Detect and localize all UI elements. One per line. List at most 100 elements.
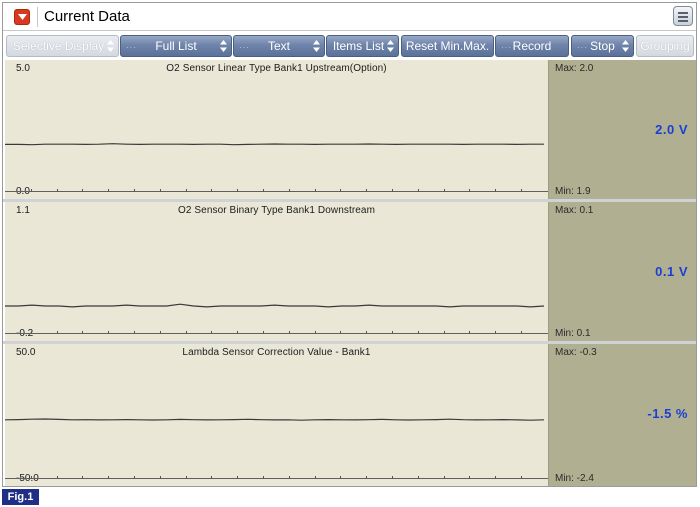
axis-tick xyxy=(392,476,393,479)
axis-tick xyxy=(366,189,368,192)
axis-tick xyxy=(237,189,239,192)
toolbar: Selective Display ··· Full List ··· Text… xyxy=(3,32,696,59)
axis-tick xyxy=(56,331,58,334)
axis-tick xyxy=(185,189,187,192)
figure-label: Fig.1 xyxy=(2,489,39,505)
window-title: Current Data xyxy=(44,8,130,25)
axis-tick xyxy=(159,331,161,334)
graph-panel-1: O2 Sensor Linear Type Bank1 Upstream(Opt… xyxy=(5,60,548,199)
axis-tick xyxy=(185,476,187,479)
axis-tick xyxy=(495,476,497,479)
axis-tick xyxy=(521,331,522,334)
axis-tick xyxy=(443,476,445,479)
panel-3-scale-max: 50.0 xyxy=(16,347,36,358)
list-icon xyxy=(678,12,688,14)
axis-tick xyxy=(314,476,316,479)
graph-panel-3: Lambda Sensor Correction Value - Bank1 5… xyxy=(5,344,548,486)
axis-tick xyxy=(443,189,445,192)
panel-1-max: Max: 2.0 xyxy=(555,63,594,74)
axis-tick xyxy=(56,189,58,192)
panel-2-max: Max: 0.1 xyxy=(555,205,594,216)
panel-1-title: O2 Sensor Linear Type Bank1 Upstream(Opt… xyxy=(166,63,387,74)
axis-tick xyxy=(521,189,522,192)
axis-tick xyxy=(288,331,290,334)
reset-min-max-button[interactable]: Reset Min.Max. xyxy=(401,35,494,57)
axis-tick xyxy=(314,331,316,334)
axis-tick xyxy=(134,189,135,192)
trace-line-3 xyxy=(5,418,545,421)
axis-tick xyxy=(495,331,497,334)
axis-tick xyxy=(263,189,264,192)
axis-tick xyxy=(30,189,32,192)
axis-tick xyxy=(82,331,84,334)
axis-tick xyxy=(30,476,32,479)
axis-tick xyxy=(237,476,239,479)
axis-tick xyxy=(288,476,290,479)
panel-3-min: Min: -2.4 xyxy=(555,473,594,484)
axis-tick xyxy=(263,331,264,334)
axis-tick xyxy=(340,476,342,479)
grouping-button[interactable]: Grouping xyxy=(636,35,694,57)
axis-tick xyxy=(340,331,342,334)
axis-tick xyxy=(392,189,393,192)
axis-tick xyxy=(30,331,32,334)
panel-2-title: O2 Sensor Binary Type Bank1 Downstream xyxy=(177,205,376,216)
up-down-arrows-icon xyxy=(107,40,114,52)
axis-tick xyxy=(288,189,290,192)
trace-plot-3 xyxy=(5,418,545,421)
trace-plot-1 xyxy=(5,143,544,146)
trace-plot-2 xyxy=(5,303,545,308)
axis-tick xyxy=(417,476,419,479)
panel-1-time-axis xyxy=(5,191,548,192)
axis-tick xyxy=(340,189,342,192)
axis-tick xyxy=(82,476,84,479)
panel-2-scale-max: 1.1 xyxy=(16,205,30,216)
axis-tick xyxy=(417,331,419,334)
axis-tick xyxy=(108,189,110,192)
record-button[interactable]: ··· Record xyxy=(495,35,569,57)
panel-3-readout: Max: -0.3 -1.5 % Min: -2.4 xyxy=(548,344,696,486)
axis-tick xyxy=(443,331,445,334)
current-data-window: Current Data Selective Display ··· Full … xyxy=(2,2,697,487)
title-separator xyxy=(37,7,38,27)
axis-tick xyxy=(417,189,419,192)
text-button[interactable]: ··· Text xyxy=(233,35,325,57)
title-bar: Current Data xyxy=(3,3,696,31)
axis-tick xyxy=(237,331,239,334)
list-menu-button[interactable] xyxy=(673,6,693,26)
trace-line-1 xyxy=(5,143,544,146)
trace-line-2 xyxy=(5,303,545,308)
chevron-down-icon xyxy=(18,14,27,20)
axis-tick xyxy=(108,331,110,334)
full-list-button[interactable]: ··· Full List xyxy=(120,35,232,57)
selective-display-button[interactable]: Selective Display xyxy=(6,35,119,57)
axis-tick xyxy=(469,331,471,334)
panel-1-min: Min: 1.9 xyxy=(555,186,591,197)
panel-3-title: Lambda Sensor Correction Value - Bank1 xyxy=(182,347,371,358)
window-menu-button[interactable] xyxy=(14,9,30,25)
up-down-arrows-icon xyxy=(220,40,227,52)
graph-panel-2: O2 Sensor Binary Type Bank1 Downstream 1… xyxy=(5,202,548,341)
panel-1-value: 2.0 V xyxy=(655,122,688,137)
axis-tick xyxy=(469,189,471,192)
up-down-arrows-icon xyxy=(622,40,629,52)
axis-tick xyxy=(211,189,213,192)
axis-tick xyxy=(495,189,497,192)
axis-tick xyxy=(366,331,368,334)
axis-tick xyxy=(185,331,187,334)
panel-3-max: Max: -0.3 xyxy=(555,347,597,358)
axis-tick xyxy=(108,476,110,479)
axis-tick xyxy=(314,189,316,192)
axis-tick xyxy=(56,476,58,479)
axis-tick xyxy=(134,331,135,334)
axis-tick xyxy=(159,476,161,479)
panel-3-value: -1.5 % xyxy=(647,406,688,421)
panel-1-scale-max: 5.0 xyxy=(16,63,30,74)
stop-button[interactable]: ··· Stop xyxy=(571,35,634,57)
items-list-button[interactable]: Items List xyxy=(326,35,399,57)
axis-tick xyxy=(263,476,264,479)
panel-3-time-axis xyxy=(5,478,548,479)
up-down-arrows-icon xyxy=(387,40,394,52)
axis-tick xyxy=(366,476,368,479)
panel-1-readout: Max: 2.0 2.0 V Min: 1.9 xyxy=(548,60,696,199)
